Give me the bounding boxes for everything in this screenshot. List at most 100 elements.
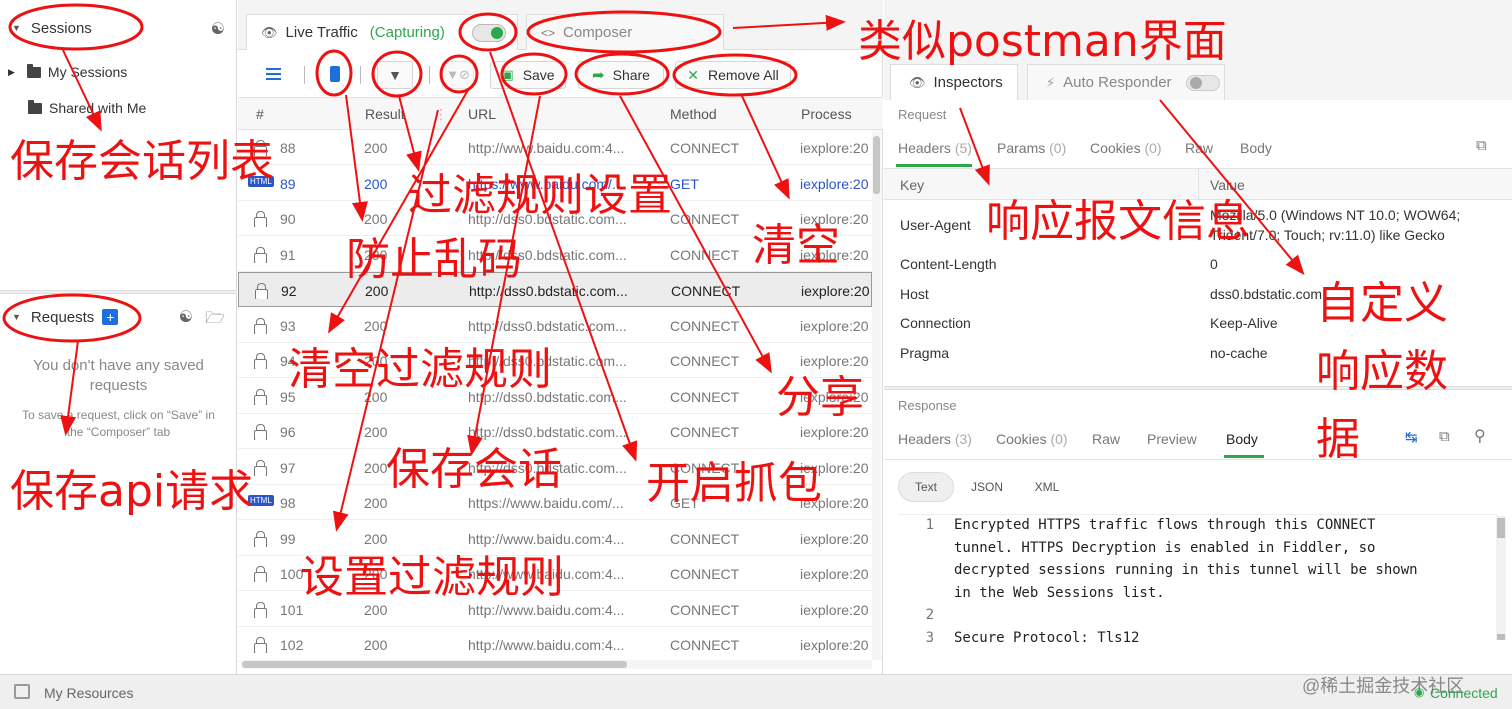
tree-item-shared-with-me[interactable]: Shared with Me <box>28 96 146 120</box>
add-request-icon[interactable]: + <box>102 309 119 325</box>
resp-tab-body[interactable]: Body <box>1226 431 1258 447</box>
cell-url: http://dss0.bdstatic.com... <box>468 317 627 334</box>
cell-number: 97 <box>280 459 296 476</box>
share-button[interactable]: ➦ Share <box>578 61 664 89</box>
col-method[interactable]: Method <box>670 106 717 122</box>
cell-url: http://dss0.bdstatic.com... <box>469 283 628 299</box>
remove-all-button[interactable]: ✕ Remove All <box>675 61 791 89</box>
scroll-thumb[interactable] <box>242 661 627 668</box>
cell-method: CONNECT <box>670 530 740 547</box>
req-tab-cookies[interactable]: Cookies (0) <box>1090 140 1162 156</box>
format-text[interactable]: Text <box>898 472 954 502</box>
share-requests-icon[interactable]: ☯ <box>179 307 193 327</box>
save-button[interactable]: ▣ Save <box>490 61 566 89</box>
scroll-thumb[interactable] <box>1497 518 1505 538</box>
resp-tab-headers[interactable]: Headers (3) <box>898 431 972 447</box>
cell-process: iexplore:20 <box>800 637 869 653</box>
cell-result: 200 <box>365 283 389 299</box>
code-line: decrypted sessions running in this tunne… <box>954 562 1418 578</box>
requests-title: Requests <box>30 308 95 326</box>
format-xml[interactable]: XML <box>1022 472 1072 502</box>
table-row[interactable]: 88 200 http://www.baidu.com:4... CONNECT iex… <box>238 130 872 165</box>
auto-responder-toggle[interactable] <box>1185 74 1220 91</box>
col-number[interactable]: # <box>256 106 264 122</box>
col-process[interactable]: Process <box>801 106 852 122</box>
format-json[interactable]: JSON <box>962 472 1012 502</box>
resp-tab-cookies[interactable]: Cookies (0) <box>996 431 1068 447</box>
table-row[interactable]: 102 200 http://www.baidu.com:4... CONNECT ie… <box>238 627 872 662</box>
collapse-triangle-icon[interactable]: ▼ <box>12 312 21 322</box>
response-section-title: Response <box>898 398 957 413</box>
response-body-viewer[interactable]: 1 Encrypted HTTPS traffic flows through t… <box>898 514 1498 654</box>
cell-number: 92 <box>281 283 297 299</box>
word-wrap-icon[interactable]: ↹ <box>1405 428 1418 446</box>
code-line: in the Web Sessions list. <box>954 584 1165 601</box>
tab-inspectors[interactable]: 👁 Inspectors <box>890 64 1018 100</box>
resp-tab-raw[interactable]: Raw <box>1092 431 1120 447</box>
shared-folder-icon <box>28 99 42 114</box>
scroll-thumb[interactable] <box>1497 634 1505 640</box>
col-result[interactable]: Result <box>365 106 405 122</box>
lock-icon <box>254 211 267 227</box>
clear-filter-button[interactable]: ▼⊘ <box>442 61 474 89</box>
cell-method: CONNECT <box>670 424 740 440</box>
column-resize-icon[interactable]: ⋮ <box>434 106 448 123</box>
cell-result: 200 <box>364 637 388 653</box>
req-tab-raw[interactable]: Raw <box>1185 140 1213 156</box>
lock-icon <box>254 637 267 653</box>
share-sessions-icon[interactable]: ☯ <box>211 19 225 39</box>
cell-number: 99 <box>280 530 296 547</box>
tab-composer[interactable]: <> Composer <box>526 14 724 50</box>
annotation-label: 清空过滤规则 <box>288 344 552 395</box>
cell-url: http://dss0.bdstatic.com... <box>468 424 627 440</box>
cell-result: 200 <box>364 424 388 440</box>
grid-horizontal-scrollbar[interactable] <box>242 660 872 669</box>
col-url[interactable]: URL <box>468 106 496 122</box>
cell-method: CONNECT <box>670 353 740 369</box>
expand-triangle-icon[interactable]: ▶ <box>8 67 15 78</box>
status-bar: My Resources @稀土掘金技术社区 ◉ Connected <box>0 674 1512 709</box>
header-value: no-cache <box>1210 345 1268 361</box>
sessions-title: Sessions <box>30 19 92 37</box>
inspectors-label: Inspectors <box>933 74 1003 91</box>
tab-auto-responder[interactable]: ⚡ Auto Responder <box>1027 64 1225 100</box>
table-row[interactable]: 93 200 http://dss0.bdstatic.com... CONNECT i… <box>238 308 872 343</box>
lock-icon <box>254 317 267 334</box>
menu-icon[interactable] <box>266 68 281 80</box>
resp-tab-preview[interactable]: Preview <box>1147 431 1197 447</box>
cell-number: 89 <box>280 175 296 192</box>
header-value: 0 <box>1210 256 1218 272</box>
new-folder-icon[interactable]: 🗁 <box>205 307 225 334</box>
line-number: 1 <box>925 517 934 533</box>
table-row[interactable]: 99 200 http://www.baidu.com:4... CONNECT iex… <box>238 521 872 556</box>
capture-toggle[interactable] <box>472 24 506 42</box>
body-vertical-scrollbar[interactable] <box>1496 516 1506 640</box>
lock-icon <box>254 388 267 405</box>
req-tab-body[interactable]: Body <box>1240 140 1272 156</box>
req-tab-params[interactable]: Params (0) <box>997 140 1066 156</box>
scroll-thumb[interactable] <box>873 136 880 194</box>
table-row[interactable]: 92 200 http://dss0.bdstatic.com... CONNECT i… <box>238 272 872 307</box>
annotation-label: 保存会话列表 <box>10 136 274 187</box>
collapse-triangle-icon[interactable]: ▼ <box>12 23 21 33</box>
req-tab-headers[interactable]: Headers (5) <box>898 140 972 156</box>
grid-vertical-scrollbar[interactable] <box>872 130 881 660</box>
copy-icon[interactable]: ⧉ <box>1476 137 1487 154</box>
resources-icon[interactable] <box>14 684 30 699</box>
copy-icon[interactable]: ⧉ <box>1439 428 1450 445</box>
tree-item-my-sessions[interactable]: ▶ My Sessions <box>8 60 127 84</box>
value-column: Value <box>1210 177 1245 193</box>
lightning-icon: ⚡ <box>1046 74 1056 90</box>
line-number: 3 <box>925 629 934 646</box>
my-resources-link[interactable]: My Resources <box>44 685 133 701</box>
panel-splitter[interactable] <box>0 290 237 294</box>
sessions-header[interactable]: ▼ Sessions ☯ <box>0 9 237 47</box>
annotation-label: 保存api请求 <box>10 466 254 517</box>
filter-button[interactable]: ▼ <box>377 61 413 89</box>
search-icon[interactable]: ⚲ <box>1474 426 1486 446</box>
requests-header[interactable]: ▼ Requests + ☯ 🗁 <box>0 298 237 336</box>
cell-process: iexplore:20 <box>800 566 869 582</box>
cell-url: http://www.baidu.com:4... <box>468 530 625 547</box>
capturing-status: (Capturing) <box>369 24 445 41</box>
decode-icon[interactable] <box>330 66 340 82</box>
